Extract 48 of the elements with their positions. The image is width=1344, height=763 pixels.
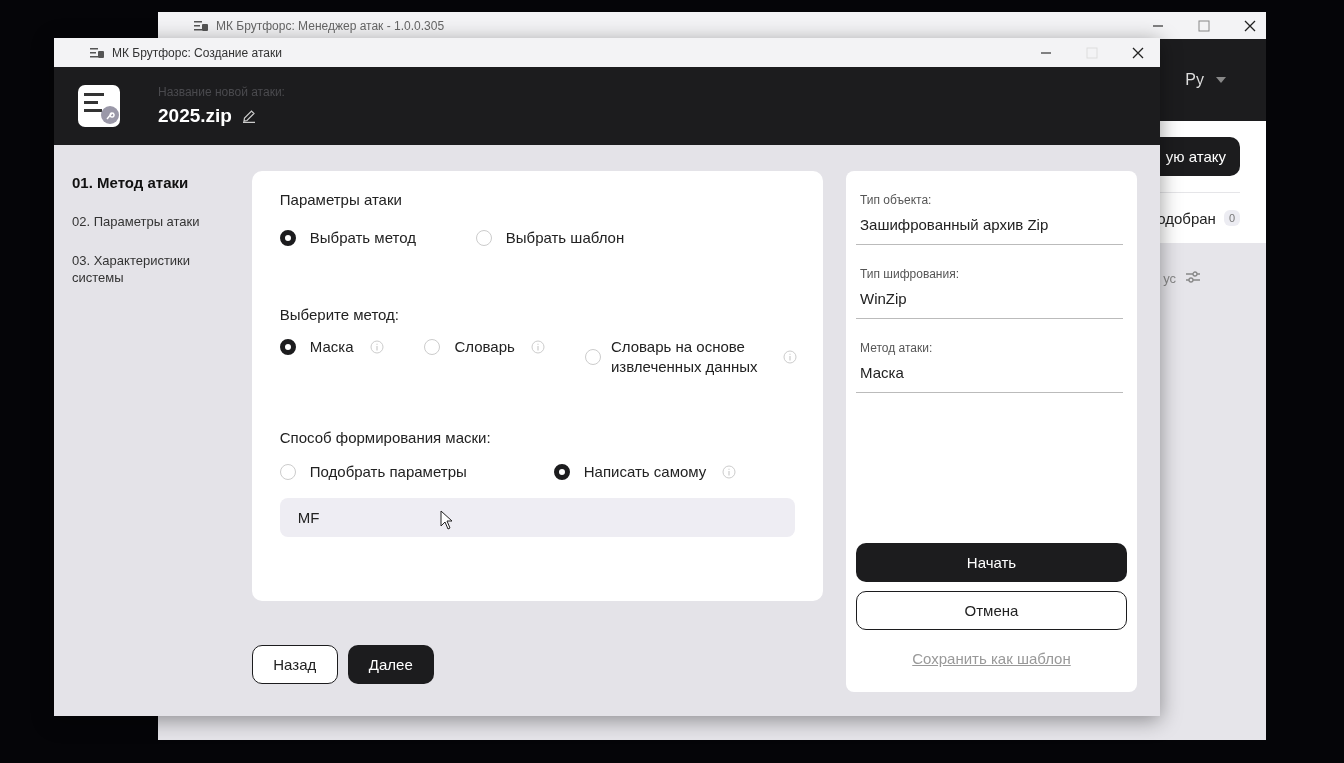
section-title: Выберите метод: — [279, 306, 401, 323]
option-label: Словарь — [454, 337, 515, 357]
close-icon[interactable] — [1132, 46, 1144, 59]
section-title: Способ формирования маски: — [279, 429, 492, 446]
app-logo — [78, 85, 120, 127]
primary-button[interactable]: Начать — [856, 543, 1127, 582]
maximize-icon[interactable] — [1198, 19, 1210, 32]
attack-name: 2025.zip — [158, 105, 232, 127]
pencil-icon[interactable] — [241, 109, 256, 123]
step-item[interactable]: 03. Характеристики системы — [72, 252, 212, 286]
radio-button[interactable] — [279, 339, 296, 355]
mask-input[interactable]: MF — [279, 498, 795, 537]
mouse-cursor-icon — [440, 510, 454, 530]
filter-icon[interactable] — [1186, 271, 1200, 283]
close-icon[interactable] — [1244, 19, 1256, 32]
option-label: Написать самому — [583, 462, 707, 482]
count-badge: 0 — [1223, 210, 1240, 226]
option-label: Маска — [309, 337, 354, 357]
field-value: WinZip — [860, 290, 907, 307]
radio-button[interactable] — [279, 230, 296, 246]
field-label: Тип объекта: — [860, 193, 933, 207]
option-label: Выбрать метод — [309, 228, 416, 248]
caret-icon[interactable] — [1216, 77, 1226, 83]
info-icon[interactable] — [530, 340, 545, 354]
field-value: Маска — [860, 364, 904, 381]
app-icon — [194, 19, 208, 32]
language-selector[interactable]: Ру — [1185, 71, 1204, 89]
info-icon[interactable] — [722, 465, 737, 479]
app-icon — [90, 46, 104, 59]
option-label: Подобрать параметры — [309, 462, 467, 482]
secondary-button[interactable]: Отмена — [856, 591, 1127, 630]
radio-button[interactable] — [553, 464, 570, 480]
window-title: МК Брутфорс: Создание атаки — [112, 45, 283, 60]
step-item[interactable]: 01. Метод атаки — [72, 174, 212, 191]
option-label: Выбрать шаблон — [505, 228, 625, 248]
secondary-button[interactable]: Назад — [251, 645, 338, 684]
info-icon[interactable] — [782, 350, 797, 364]
field-label: Тип шифрования: — [860, 267, 960, 281]
filter-tab[interactable]: одобран — [1157, 209, 1216, 227]
step-item[interactable]: 02. Параметры атаки — [72, 213, 212, 230]
column-header: ус — [1163, 271, 1176, 288]
section-title: Параметры атаки — [279, 191, 403, 208]
option-label: Словарь на основе извлеченных данных — [610, 337, 759, 377]
field-label: Метод атаки: — [860, 341, 934, 355]
info-icon[interactable] — [369, 340, 384, 354]
window-title: МК Брутфорс: Менеджер атак - 1.0.0.305 — [216, 18, 446, 33]
primary-button[interactable]: Далее — [347, 645, 434, 684]
field-value: Зашифрованный архив Zip — [860, 216, 1049, 233]
